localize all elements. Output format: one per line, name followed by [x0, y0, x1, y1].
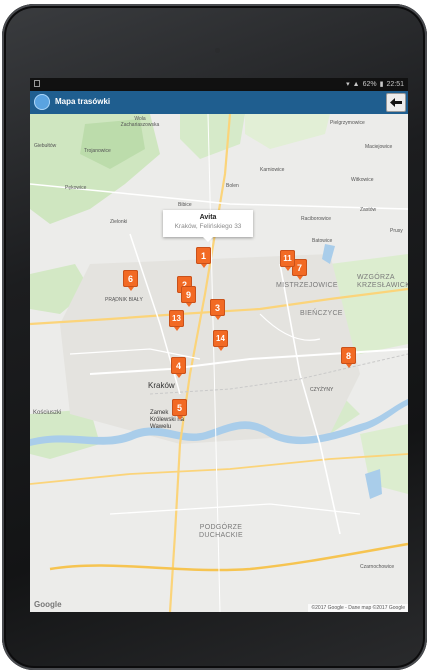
map-marker-4[interactable]: 4 — [171, 357, 186, 378]
map-marker-14[interactable]: 14 — [213, 330, 228, 351]
map-marker-9[interactable]: 9 — [181, 286, 196, 307]
app-logo-icon — [34, 94, 50, 110]
place-label: Pękowice — [65, 185, 87, 191]
place-label: CZYŻYNY — [310, 387, 334, 393]
notification-icon — [34, 80, 40, 87]
front-camera — [215, 48, 220, 53]
map-marker-1[interactable]: 1 — [196, 247, 211, 268]
place-label: Wola Zachariaszowska — [120, 116, 160, 128]
place-label: Trojanowice — [84, 148, 111, 154]
map-marker-6[interactable]: 6 — [123, 270, 138, 291]
map-marker-13[interactable]: 13 — [169, 310, 184, 331]
place-label: Bibice — [178, 202, 192, 208]
place-label: Raciborowice — [301, 216, 332, 222]
place-label: Kraków — [148, 381, 175, 390]
app-title: Mapa trasówki — [55, 97, 111, 106]
signal-icon: ▲ — [352, 80, 360, 88]
place-label: Witkowice — [351, 177, 374, 183]
place-label: Zielonki — [110, 219, 128, 225]
status-bar: ▾ ▲ 62% ▮ 22:51 — [30, 78, 408, 91]
back-button[interactable] — [386, 93, 406, 112]
place-label: PRĄDNIK BIAŁY — [105, 297, 143, 303]
place-label: Maciejowice — [365, 144, 393, 150]
info-window[interactable]: Avita Kraków, Felińskiego 33 — [163, 210, 253, 242]
wifi-icon: ▾ — [346, 81, 350, 88]
map-marker-3[interactable]: 3 — [210, 299, 225, 320]
map-marker-8[interactable]: 8 — [341, 347, 356, 368]
clock: 22:51 — [386, 80, 404, 88]
place-label: Zastów — [360, 207, 377, 213]
app-bar: Mapa trasówki — [30, 91, 408, 114]
place-label: Kościuszki — [33, 410, 62, 416]
arrow-left-icon — [390, 98, 402, 107]
info-window-title: Avita — [199, 214, 217, 221]
place-label: Karniowice — [260, 167, 285, 173]
place-label: BIEŃCZYCE — [300, 310, 343, 317]
place-label: Czarnochowice — [360, 564, 395, 570]
place-label: WZGÓRZA KRZESŁAWICKIE — [357, 274, 408, 289]
map-attribution[interactable]: ©2017 Google - Dane map ©2017 Google — [308, 604, 408, 612]
map-marker-11[interactable]: 11 — [280, 250, 295, 271]
place-label: Batowice — [312, 238, 333, 244]
info-window-address: Kraków, Felińskiego 33 — [174, 223, 242, 230]
place-label: Prusy — [390, 228, 403, 234]
place-label: Giebułtów — [34, 143, 57, 149]
battery-level: 62% — [362, 80, 377, 88]
screen: ▾ ▲ 62% ▮ 22:51 Mapa trasówki Wola Zacha… — [30, 78, 408, 612]
place-label: Bolen — [226, 183, 239, 189]
battery-icon: ▮ — [379, 81, 384, 88]
place-label: Pielgrzymowice — [330, 120, 365, 126]
map-view[interactable]: Wola Zachariaszowska Pielgrzymowice Gieb… — [30, 114, 408, 612]
map-marker-5[interactable]: 5 — [172, 399, 187, 420]
place-label: PODGÓRZE DUCHACKIE — [199, 524, 243, 539]
google-logo: Google — [34, 600, 62, 609]
place-label: MISTRZEJOWICE — [276, 282, 338, 289]
